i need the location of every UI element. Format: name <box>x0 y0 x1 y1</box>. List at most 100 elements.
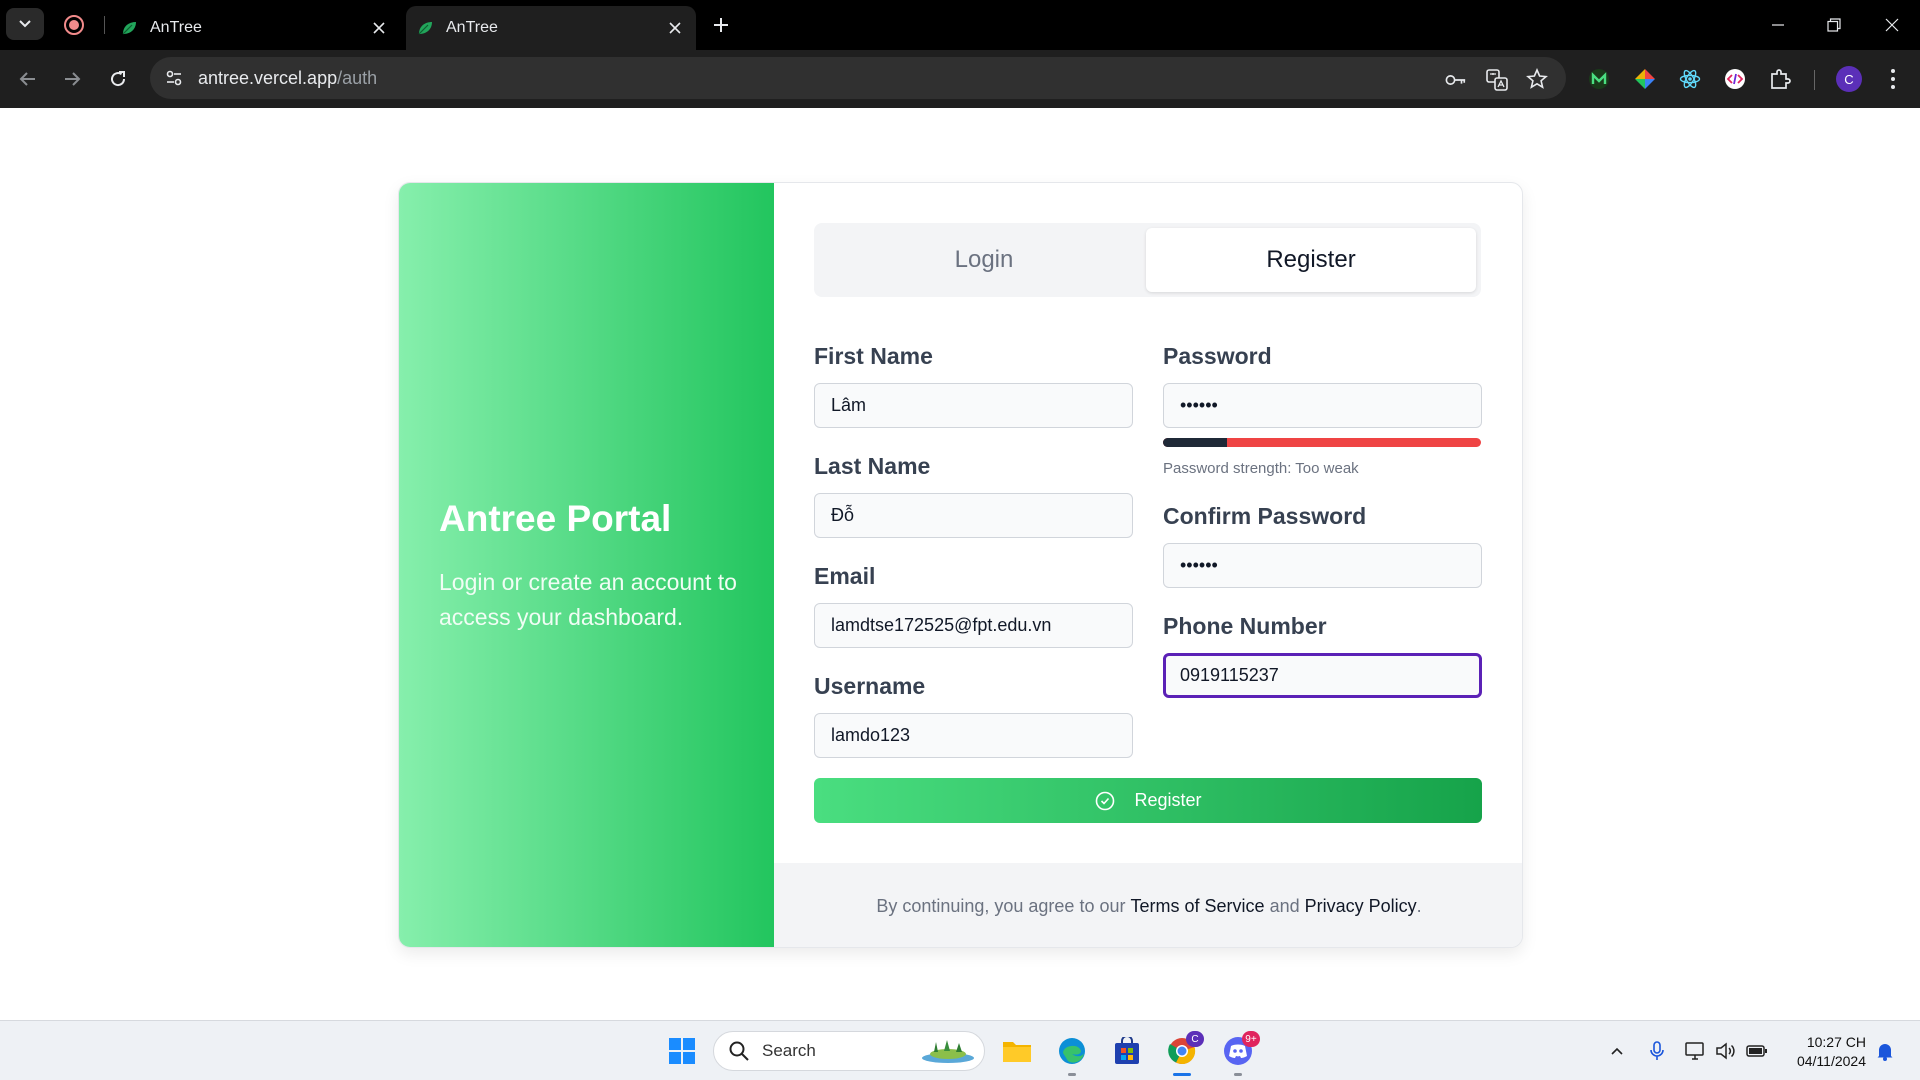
site-info-button[interactable] <box>156 60 192 96</box>
react-icon <box>1679 69 1701 89</box>
browser-tab-1[interactable]: AnTree <box>110 6 400 50</box>
close-window-button[interactable] <box>1872 10 1912 40</box>
leaf-favicon-icon <box>418 22 432 35</box>
discord-button[interactable]: 9+ <box>1222 1031 1260 1076</box>
color-picker-icon <box>1635 69 1655 89</box>
extension-color-button[interactable] <box>1633 67 1657 91</box>
hero-subtitle: Login or create an account to access you… <box>439 569 737 630</box>
volume-button[interactable] <box>1715 1040 1737 1062</box>
username-input[interactable]: lamdo123 <box>814 713 1133 758</box>
chrome-button[interactable]: C <box>1166 1031 1204 1076</box>
url-host: antree.vercel.app <box>198 67 338 88</box>
bookmark-star-button[interactable] <box>1526 68 1548 90</box>
email-input[interactable]: lamdtse172525@fpt.edu.vn <box>814 603 1133 648</box>
password-strength-fill <box>1163 438 1227 447</box>
forward-button[interactable] <box>57 64 87 94</box>
clock-date: 04/11/2024 <box>1796 1053 1866 1069</box>
password-label: Password <box>1163 343 1272 369</box>
profile-avatar[interactable]: C <box>1836 66 1862 92</box>
reload-button[interactable] <box>103 64 133 94</box>
browser-menu-button[interactable] <box>1881 67 1905 91</box>
translate-button[interactable] <box>1486 69 1508 91</box>
arrow-left-icon <box>19 72 35 86</box>
last-name-input[interactable]: Đỗ <box>814 493 1133 538</box>
system-clock[interactable]: 10:27 CH 04/11/2024 <box>1782 1033 1866 1071</box>
register-button[interactable]: Register <box>814 778 1482 823</box>
clock-time: 10:27 CH <box>1806 1034 1866 1050</box>
running-indicator <box>1068 1073 1076 1076</box>
m-extension-icon <box>1589 69 1609 89</box>
phone-input[interactable]: 0919115237 <box>1163 653 1482 698</box>
arrow-right-icon <box>65 72 81 86</box>
password-strength-text: Password strength: Too weak <box>1163 460 1359 477</box>
notifications-button[interactable] <box>1874 1040 1896 1062</box>
show-hidden-icons-button[interactable] <box>1606 1040 1628 1062</box>
recording-icon[interactable] <box>64 15 84 35</box>
star-icon <box>1526 68 1548 89</box>
edge-icon <box>1059 1038 1085 1064</box>
microphone-button[interactable] <box>1646 1040 1668 1062</box>
browser-tab-2[interactable]: AnTree <box>406 6 696 50</box>
tab-title: AnTree <box>150 19 202 36</box>
leaf-favicon-icon <box>122 22 136 35</box>
battery-charging-icon <box>1746 1045 1767 1057</box>
privacy-link[interactable]: Privacy Policy <box>1305 896 1417 917</box>
hero-title: Antree Portal <box>439 498 672 539</box>
store-button[interactable] <box>1111 1035 1143 1067</box>
first-name-input[interactable]: Lâm <box>814 383 1133 428</box>
back-button[interactable] <box>13 64 43 94</box>
network-icon <box>1685 1042 1704 1060</box>
terms-link[interactable]: Terms of Service <box>1131 896 1265 917</box>
password-input[interactable]: •••••• <box>1163 383 1482 428</box>
browser-tabstrip: AnTree AnTree <box>0 0 1920 50</box>
start-button[interactable] <box>666 1035 698 1067</box>
file-explorer-button[interactable] <box>1001 1035 1033 1067</box>
tab-register[interactable]: Register <box>1146 228 1476 292</box>
restore-button[interactable] <box>1814 10 1854 40</box>
minimize-icon <box>1772 24 1784 26</box>
chevron-up-icon <box>1611 1047 1623 1055</box>
edge-button[interactable] <box>1056 1035 1088 1076</box>
extension-react-button[interactable] <box>1678 67 1702 91</box>
url-text: antree.vercel.app/auth <box>198 68 377 89</box>
first-name-label: First Name <box>814 343 933 369</box>
network-button[interactable] <box>1685 1040 1707 1062</box>
confirm-password-input[interactable]: •••••• <box>1163 543 1482 588</box>
close-tab-button[interactable] <box>368 17 390 39</box>
search-icon <box>729 1041 749 1061</box>
extension-m-button[interactable] <box>1587 67 1611 91</box>
close-icon <box>1885 18 1899 32</box>
email-label: Email <box>814 563 876 589</box>
check-circle-icon <box>1096 791 1115 810</box>
password-key-button[interactable] <box>1445 69 1467 91</box>
close-tab-button[interactable] <box>664 17 686 39</box>
terms-footer: By continuing, you agree to our Terms of… <box>774 863 1522 947</box>
microphone-icon <box>1650 1041 1664 1060</box>
password-strength-bar <box>1163 438 1481 447</box>
last-name-label: Last Name <box>814 453 931 479</box>
restore-icon <box>1827 18 1841 32</box>
tune-icon <box>166 70 182 86</box>
terms-prefix: By continuing, you agree to our <box>876 895 1126 916</box>
tab-login[interactable]: Login <box>819 228 1149 292</box>
puzzle-icon <box>1771 69 1791 89</box>
search-highlight-art-icon <box>922 1040 974 1063</box>
close-icon <box>669 22 681 34</box>
tab-search-button[interactable] <box>6 8 44 40</box>
chevron-down-icon <box>19 20 31 28</box>
extension-devtools-button[interactable] <box>1723 67 1747 91</box>
address-bar[interactable]: antree.vercel.app/auth <box>150 57 1566 99</box>
extensions-menu-button[interactable] <box>1768 67 1792 91</box>
kebab-menu-icon <box>1891 69 1895 89</box>
register-button-label: Register <box>1134 790 1202 810</box>
translate-icon <box>1486 69 1508 91</box>
taskbar-search[interactable]: Search <box>713 1031 985 1071</box>
phone-label: Phone Number <box>1163 613 1327 639</box>
active-indicator <box>1173 1073 1191 1076</box>
minimize-button[interactable] <box>1758 10 1798 40</box>
new-tab-button[interactable] <box>708 12 734 38</box>
close-icon <box>373 22 385 34</box>
speaker-icon <box>1716 1042 1735 1060</box>
battery-button[interactable] <box>1746 1040 1768 1062</box>
discord-notification-badge: 9+ <box>1242 1031 1260 1047</box>
